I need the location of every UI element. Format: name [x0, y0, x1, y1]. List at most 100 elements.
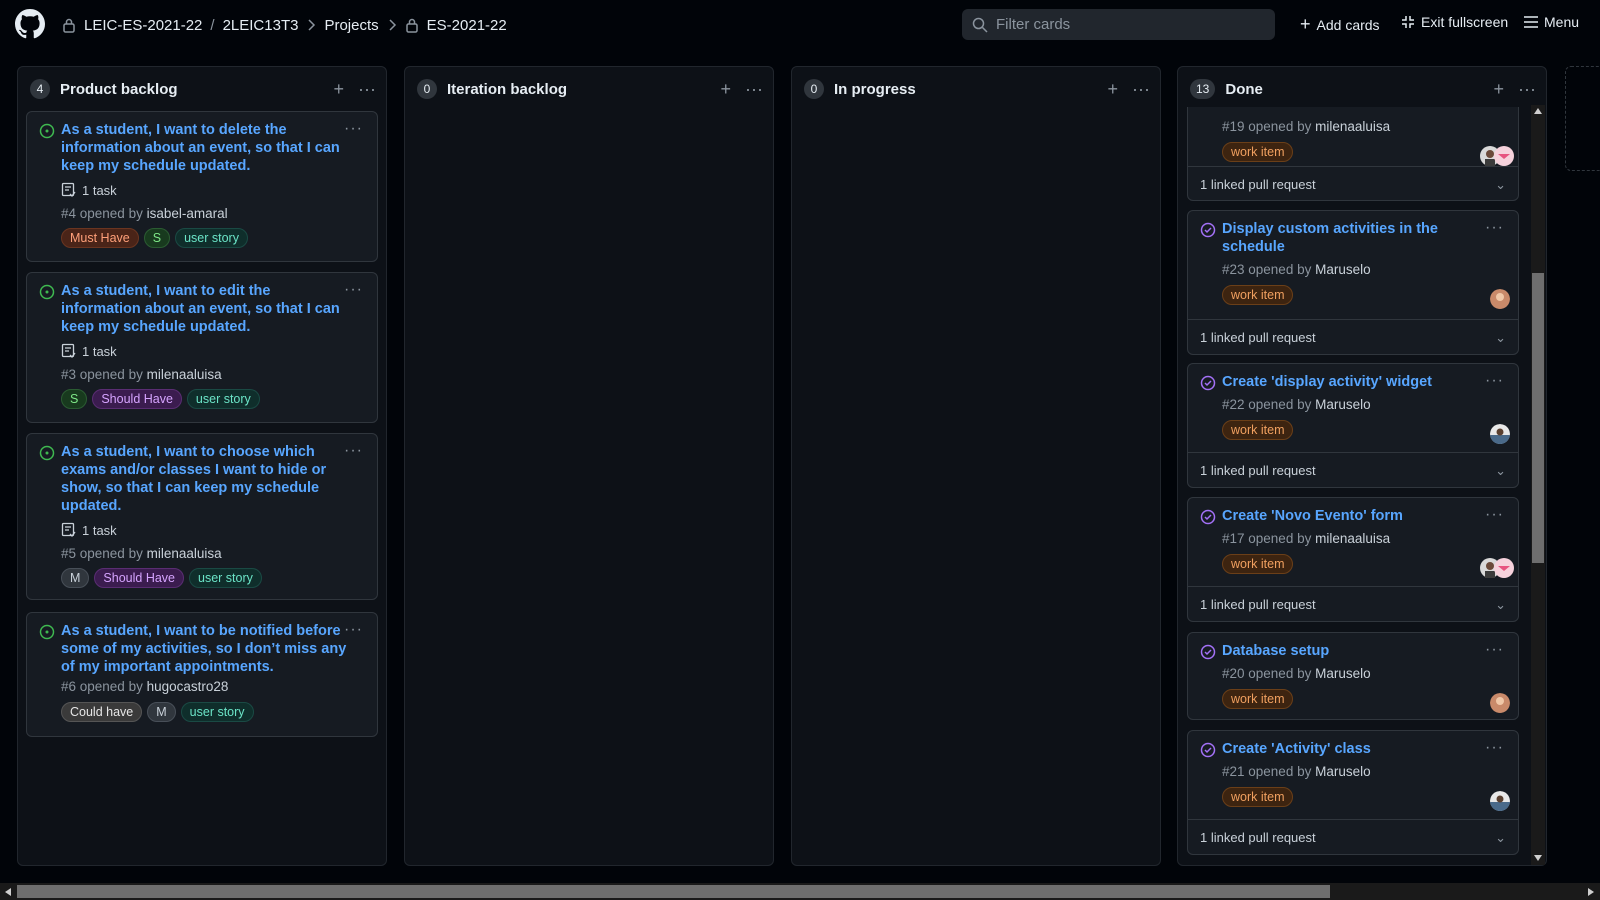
- assignee-avatars[interactable]: [1480, 146, 1514, 166]
- menu-button[interactable]: Menu: [1524, 14, 1579, 30]
- issue-card[interactable]: As a student, I want to choose which exam…: [26, 433, 378, 600]
- card-author[interactable]: milenaaluisa: [1315, 119, 1390, 134]
- label-user-story[interactable]: user story: [180, 702, 254, 722]
- issue-card[interactable]: As a student, I want to edit the informat…: [26, 272, 378, 423]
- scroll-left-arrow-icon[interactable]: [5, 888, 11, 896]
- linked-pr-row[interactable]: 1 linked pull request ⌄: [1188, 452, 1518, 488]
- issue-card[interactable]: #19 opened by milenaaluisa work item 1 l…: [1187, 107, 1519, 201]
- breadcrumb-repo[interactable]: 2LEIC13T3: [223, 17, 299, 34]
- card-title[interactable]: Create 'Novo Evento' form: [1222, 507, 1403, 525]
- card-author[interactable]: isabel-amaral: [147, 206, 228, 221]
- column-kebab-icon[interactable]: ···: [745, 80, 763, 98]
- add-card-plus-icon[interactable]: +: [1108, 80, 1119, 98]
- label-size-s[interactable]: S: [143, 228, 171, 248]
- label-user-story[interactable]: user story: [189, 568, 262, 588]
- card-title[interactable]: As a student, I want to edit the informat…: [61, 282, 340, 336]
- label-work-item[interactable]: work item: [1222, 285, 1294, 305]
- issue-card[interactable]: Create 'Novo Evento' form ··· #17 opened…: [1187, 497, 1519, 622]
- card-author[interactable]: Maruselo: [1315, 764, 1371, 779]
- avatar[interactable]: [1490, 693, 1510, 713]
- label-should-have[interactable]: Should Have: [94, 568, 184, 588]
- card-author[interactable]: Maruselo: [1315, 666, 1371, 681]
- breadcrumb-org[interactable]: LEIC-ES-2021-22: [84, 17, 202, 34]
- card-kebab-icon[interactable]: ···: [344, 281, 363, 299]
- label-size-s[interactable]: S: [61, 389, 88, 409]
- done-column-scrollbar[interactable]: [1531, 105, 1545, 865]
- label-work-item[interactable]: work item: [1222, 142, 1294, 162]
- card-kebab-icon[interactable]: ···: [1485, 506, 1504, 524]
- label-work-item[interactable]: work item: [1222, 787, 1294, 807]
- github-logo-icon[interactable]: [15, 9, 45, 39]
- chevron-down-icon[interactable]: ⌄: [1495, 597, 1506, 613]
- label-user-story[interactable]: user story: [175, 228, 248, 248]
- card-title[interactable]: Display custom activities in the schedule: [1222, 220, 1438, 256]
- issue-card[interactable]: Create 'display activity' widget ··· #22…: [1187, 363, 1519, 488]
- avatar[interactable]: [1490, 424, 1510, 444]
- linked-pr-row[interactable]: 1 linked pull request ⌄: [1188, 819, 1518, 855]
- label-must-have[interactable]: Must Have: [61, 228, 139, 248]
- label-work-item[interactable]: work item: [1222, 554, 1294, 574]
- card-kebab-icon[interactable]: ···: [344, 621, 363, 639]
- filter-cards-input[interactable]: [996, 16, 1256, 33]
- avatar[interactable]: [1490, 289, 1510, 309]
- card-author[interactable]: Maruselo: [1315, 262, 1371, 277]
- issue-card[interactable]: Display custom activities in the schedule…: [1187, 210, 1519, 355]
- chevron-down-icon[interactable]: ⌄: [1495, 330, 1506, 346]
- column-kebab-icon[interactable]: ···: [358, 80, 376, 98]
- card-title[interactable]: Create 'Activity' class: [1222, 740, 1371, 758]
- avatar[interactable]: [1494, 558, 1514, 578]
- scroll-up-arrow-icon[interactable]: [1534, 108, 1542, 114]
- add-column-placeholder[interactable]: [1565, 66, 1600, 171]
- scroll-right-arrow-icon[interactable]: [1588, 888, 1594, 896]
- avatar[interactable]: [1490, 791, 1510, 811]
- add-card-plus-icon[interactable]: +: [1494, 80, 1505, 98]
- card-author[interactable]: milenaaluisa: [147, 546, 222, 561]
- label-should-have[interactable]: Should Have: [92, 389, 182, 409]
- label-work-item[interactable]: work item: [1222, 689, 1294, 709]
- card-title[interactable]: As a student, I want to be notified befo…: [61, 622, 346, 676]
- card-kebab-icon[interactable]: ···: [1485, 219, 1504, 237]
- chevron-down-icon[interactable]: ⌄: [1495, 177, 1506, 193]
- breadcrumb-project[interactable]: ES-2021-22: [427, 17, 507, 34]
- breadcrumb-projects[interactable]: Projects: [324, 17, 378, 34]
- scrollbar-thumb[interactable]: [17, 885, 1330, 898]
- card-kebab-icon[interactable]: ···: [344, 120, 363, 138]
- scrollbar-thumb[interactable]: [1532, 273, 1544, 563]
- issue-card[interactable]: Create 'Activity' class ··· #21 opened b…: [1187, 730, 1519, 855]
- assignee-avatars[interactable]: [1480, 558, 1514, 578]
- board-horizontal-scrollbar[interactable]: [0, 883, 1600, 900]
- linked-pr-row[interactable]: 1 linked pull request ⌄: [1188, 166, 1518, 202]
- linked-pr-row[interactable]: 1 linked pull request ⌄: [1188, 319, 1518, 355]
- label-size-m[interactable]: M: [147, 702, 176, 722]
- chevron-down-icon[interactable]: ⌄: [1495, 463, 1506, 479]
- card-kebab-icon[interactable]: ···: [1485, 372, 1504, 390]
- add-cards-button[interactable]: + Add cards: [1300, 14, 1380, 35]
- card-title[interactable]: As a student, I want to delete the inform…: [61, 121, 340, 175]
- label-size-m[interactable]: M: [61, 568, 90, 588]
- issue-card[interactable]: As a student, I want to delete the inform…: [26, 111, 378, 262]
- linked-pr-row[interactable]: 1 linked pull request ⌄: [1188, 586, 1518, 622]
- label-user-story[interactable]: user story: [186, 389, 260, 409]
- add-card-plus-icon[interactable]: +: [334, 80, 345, 98]
- avatar[interactable]: [1494, 146, 1514, 166]
- card-title[interactable]: Create 'display activity' widget: [1222, 373, 1432, 391]
- card-author[interactable]: Maruselo: [1315, 397, 1371, 412]
- add-card-plus-icon[interactable]: +: [721, 80, 732, 98]
- card-author[interactable]: milenaaluisa: [1315, 531, 1390, 546]
- column-kebab-icon[interactable]: ···: [1518, 80, 1536, 98]
- column-kebab-icon[interactable]: ···: [1132, 80, 1150, 98]
- issue-card[interactable]: Database setup ··· #20 opened by Marusel…: [1187, 632, 1519, 720]
- issue-card[interactable]: As a student, I want to be notified befo…: [26, 612, 378, 737]
- card-kebab-icon[interactable]: ···: [1485, 641, 1504, 659]
- card-title[interactable]: Database setup: [1222, 642, 1329, 660]
- scroll-down-arrow-icon[interactable]: [1534, 855, 1542, 861]
- filter-cards-search[interactable]: [962, 9, 1275, 40]
- chevron-down-icon[interactable]: ⌄: [1495, 830, 1506, 846]
- card-author[interactable]: milenaaluisa: [147, 367, 222, 382]
- card-author[interactable]: hugocastro28: [147, 679, 229, 694]
- card-kebab-icon[interactable]: ···: [1485, 739, 1504, 757]
- exit-fullscreen-button[interactable]: Exit fullscreen: [1401, 14, 1508, 30]
- card-title[interactable]: As a student, I want to choose which exam…: [61, 443, 326, 515]
- label-could-have[interactable]: Could have: [61, 702, 143, 722]
- card-kebab-icon[interactable]: ···: [344, 442, 363, 460]
